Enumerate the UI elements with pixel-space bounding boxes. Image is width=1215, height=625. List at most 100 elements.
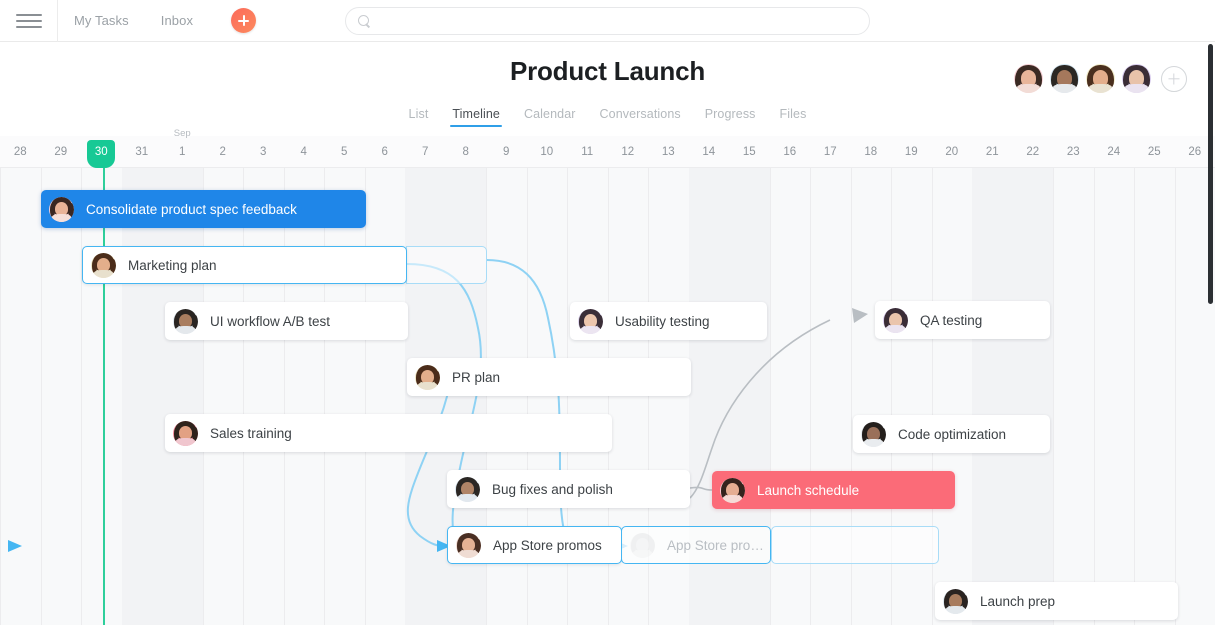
drop-target-outline[interactable] (771, 526, 939, 564)
ruler-day-number: 7 (422, 146, 429, 158)
ruler-day-6[interactable]: 6 (365, 136, 406, 168)
task-bar-qa-testing[interactable]: QA testing (875, 301, 1050, 339)
task-bar-ui-workflow[interactable]: UI workflow A/B test (165, 302, 408, 340)
ruler-day-5[interactable]: 5 (324, 136, 365, 168)
avatar[interactable] (1086, 64, 1115, 93)
tab-calendar[interactable]: Calendar (512, 107, 588, 127)
ruler-day-30[interactable]: 30 (81, 136, 122, 168)
task-bar-usability[interactable]: Usability testing (570, 302, 767, 340)
task-bar-label: Launch prep (980, 593, 1056, 609)
ruler-day-17[interactable]: 17 (810, 136, 851, 168)
ruler-day-13[interactable]: 13 (648, 136, 689, 168)
task-bar-consolidate[interactable]: Consolidate product spec feedback (41, 190, 366, 228)
ruler-day-20[interactable]: 20 (932, 136, 973, 168)
ruler-day-4[interactable]: 4 (284, 136, 325, 168)
task-bar-bug-fixes[interactable]: Bug fixes and polish (447, 470, 690, 508)
date-ruler[interactable]: 28 29 30 31 Sep 1 2 3 4 5 6 7 8 9 10 11 12 13 14 15 16 17 18 19… (0, 128, 1215, 168)
ruler-day-24[interactable]: 24 (1094, 136, 1135, 168)
ruler-day-number: 18 (864, 146, 878, 158)
task-assignee-avatar[interactable] (455, 476, 480, 502)
resize-preview-outline[interactable] (406, 246, 487, 284)
task-assignee-avatar[interactable] (173, 308, 198, 334)
ruler-day-number: 8 (462, 146, 469, 158)
member-avatars (1014, 64, 1187, 93)
ruler-day-9[interactable]: 9 (486, 136, 527, 168)
task-assignee-avatar[interactable] (578, 308, 603, 334)
plus-circle-icon[interactable] (1161, 65, 1187, 92)
ruler-day-number: 2 (219, 146, 226, 158)
task-assignee-avatar[interactable] (49, 196, 74, 222)
create-button[interactable] (231, 8, 257, 33)
ruler-day-12[interactable]: 12 (608, 136, 649, 168)
hamburger-icon[interactable] (0, 0, 58, 42)
search-bar[interactable] (345, 7, 870, 35)
task-assignee-avatar[interactable] (415, 364, 440, 390)
task-bar-code-opt[interactable]: Code optimization (853, 415, 1050, 453)
ruler-day-23[interactable]: 23 (1053, 136, 1094, 168)
timeline-canvas[interactable]: Consolidate product spec feedback Marketi… (0, 168, 1215, 625)
task-bar-app-promos[interactable]: App Store promos (447, 526, 622, 564)
ruler-day-14[interactable]: 14 (689, 136, 730, 168)
tab-list[interactable]: List (397, 107, 441, 127)
ruler-day-3[interactable]: 3 (243, 136, 284, 168)
ruler-day-1[interactable]: Sep 1 (162, 128, 203, 168)
ruler-day-19[interactable]: 19 (891, 136, 932, 168)
task-bar-label: Consolidate product spec feedback (86, 201, 297, 217)
task-bar-pr-plan[interactable]: PR plan (407, 358, 691, 396)
ruler-day-15[interactable]: 15 (729, 136, 770, 168)
ruler-day-16[interactable]: 16 (770, 136, 811, 168)
ruler-day-11[interactable]: 11 (567, 136, 608, 168)
ruler-day-number: 20 (945, 146, 959, 158)
project-header: Product Launch List Timeline Calendar Conve… (0, 42, 1215, 136)
ruler-day-18[interactable]: 18 (851, 136, 892, 168)
task-bar-sales[interactable]: Sales training (165, 414, 612, 452)
ruler-day-number: 14 (702, 146, 716, 158)
task-assignee-avatar[interactable] (91, 252, 116, 278)
ruler-day-21[interactable]: 21 (972, 136, 1013, 168)
task-assignee-avatar[interactable] (883, 307, 908, 333)
ruler-day-number: 29 (54, 146, 68, 158)
ruler-day-number: 24 (1107, 146, 1121, 158)
vertical-scrollbar[interactable] (1208, 44, 1213, 304)
ruler-day-number: 3 (260, 146, 267, 158)
ruler-day-8[interactable]: 8 (446, 136, 487, 168)
search-input[interactable] (379, 14, 859, 28)
task-bar-label: App Store promos (667, 537, 770, 553)
ruler-day-number: 9 (503, 146, 510, 158)
task-bar-launch-sched[interactable]: Launch schedule (712, 471, 955, 509)
task-bar-label: Code optimization (898, 426, 1007, 442)
ruler-day-29[interactable]: 29 (41, 136, 82, 168)
tab-files[interactable]: Files (768, 107, 819, 127)
ruler-day-2[interactable]: 2 (203, 136, 244, 168)
task-assignee-avatar[interactable] (861, 421, 886, 447)
task-assignee-avatar[interactable] (456, 532, 481, 558)
ruler-day-number: 17 (823, 146, 837, 158)
tab-progress[interactable]: Progress (693, 107, 768, 127)
ruler-day-number: 6 (381, 146, 388, 158)
ruler-day-number: 11 (581, 146, 594, 158)
ruler-day-31[interactable]: 31 (122, 136, 163, 168)
task-assignee-avatar[interactable] (720, 477, 745, 503)
task-bar-marketing[interactable]: Marketing plan (82, 246, 407, 284)
task-bar-launch-prep[interactable]: Launch prep (935, 582, 1178, 620)
ruler-day-number: 12 (621, 146, 635, 158)
ruler-day-number: 25 (1147, 146, 1161, 158)
ruler-day-25[interactable]: 25 (1134, 136, 1175, 168)
task-assignee-avatar[interactable] (173, 420, 198, 446)
task-assignee-avatar[interactable] (943, 588, 968, 614)
ruler-day-7[interactable]: 7 (405, 136, 446, 168)
nav-my-tasks[interactable]: My Tasks (58, 0, 145, 42)
ruler-day-10[interactable]: 10 (527, 136, 568, 168)
task-bar-label: Sales training (210, 425, 292, 441)
tab-timeline[interactable]: Timeline (440, 107, 512, 127)
avatar[interactable] (1050, 64, 1079, 93)
search-icon (358, 14, 371, 28)
task-assignee-avatar[interactable] (630, 532, 655, 558)
avatar[interactable] (1122, 64, 1151, 93)
tab-conversations[interactable]: Conversations (588, 107, 693, 127)
avatar[interactable] (1014, 64, 1043, 93)
nav-inbox[interactable]: Inbox (145, 0, 209, 42)
task-bar-app-promos-ghost[interactable]: App Store promos (621, 526, 771, 564)
ruler-day-22[interactable]: 22 (1013, 136, 1054, 168)
ruler-day-28[interactable]: 28 (0, 136, 41, 168)
